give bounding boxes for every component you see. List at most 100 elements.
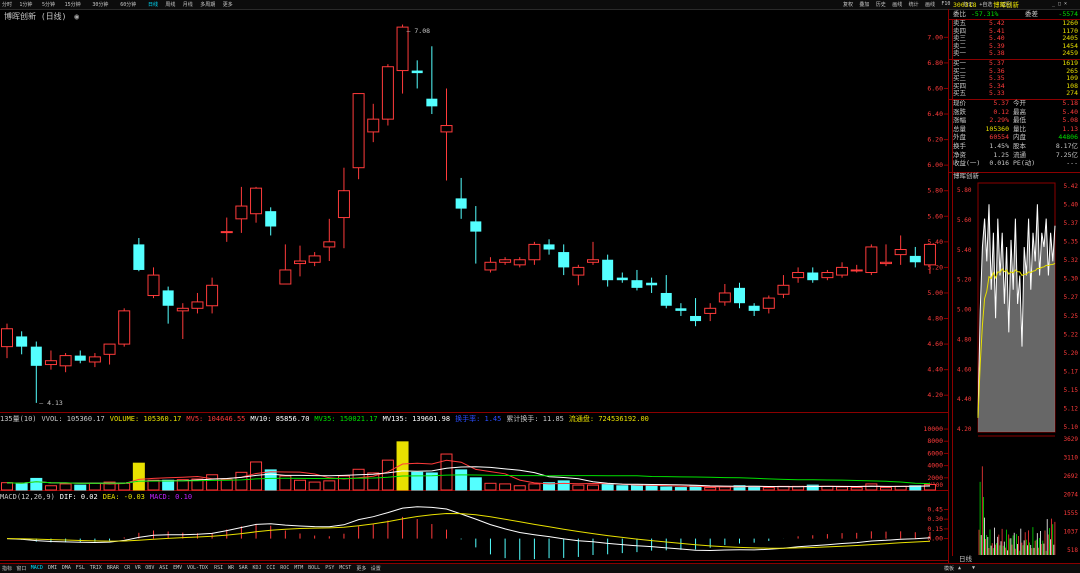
candle-body bbox=[455, 198, 467, 209]
quote-volume: 274 bbox=[1066, 89, 1078, 98]
template-button-1[interactable]: ▲ bbox=[958, 565, 961, 571]
candle-body bbox=[923, 243, 936, 266]
ask-row-1[interactable]: 卖四 5.41 1170 bbox=[949, 27, 1080, 36]
intraday-right-tick: 5.25 bbox=[1064, 313, 1079, 320]
ask-row-2[interactable]: 卖三 5.40 2405 bbox=[949, 35, 1080, 43]
ask-row-3[interactable]: 卖二 5.39 1454 bbox=[949, 42, 1080, 51]
template-button-2[interactable]: ▼ bbox=[972, 565, 975, 571]
indicator-tab-8[interactable]: CR bbox=[124, 565, 130, 571]
volume-bar bbox=[762, 487, 775, 491]
indicator-tab-14[interactable]: RSI bbox=[214, 565, 223, 571]
indicator-tab-1[interactable]: 窗口 bbox=[16, 565, 26, 572]
intraday-right-tick: 5.22 bbox=[1064, 331, 1079, 338]
ask-row-4[interactable]: 卖一 5.38 2459 bbox=[949, 50, 1080, 58]
candle-body bbox=[762, 297, 775, 309]
y-tick-label: 10000 bbox=[923, 425, 943, 433]
y-tick-label: 6000 bbox=[927, 449, 943, 457]
volume-bar bbox=[308, 481, 321, 491]
candle-body bbox=[426, 98, 438, 107]
indicator-tab-23[interactable]: MCST bbox=[339, 565, 351, 571]
low-label: — 4.13 bbox=[39, 399, 63, 407]
macd-dif-line bbox=[6, 506, 931, 552]
indicator-tab-13[interactable]: VOL-TDX bbox=[187, 565, 208, 571]
bid-row-1[interactable]: 买二 5.36 265 bbox=[949, 67, 1080, 76]
volume-ma10-line bbox=[6, 466, 931, 488]
candle-body bbox=[74, 355, 86, 361]
indicator-tab-18[interactable]: CCI bbox=[266, 565, 275, 571]
indicator-tab-10[interactable]: OBV bbox=[145, 565, 154, 571]
indicator-tab-16[interactable]: SAR bbox=[239, 565, 248, 571]
bid-row-4[interactable]: 买五 5.33 274 bbox=[949, 90, 1080, 98]
indicator-tab-3[interactable]: DMI bbox=[48, 565, 57, 571]
indicator-tab-6[interactable]: TRIX bbox=[90, 565, 102, 571]
intraday-left-tick: 5.20 bbox=[957, 277, 972, 284]
y-tick-label: 6.20 bbox=[927, 136, 943, 144]
indicator-tab-19[interactable]: ROC bbox=[280, 565, 289, 571]
stat-label: PE(动) bbox=[1013, 159, 1036, 168]
legend-item-7: 累计换手: 11.85 bbox=[506, 415, 564, 423]
indicator-tab-0[interactable]: 指标 bbox=[2, 565, 12, 572]
candle-body bbox=[88, 356, 101, 363]
stat-value: 5.08 bbox=[1062, 116, 1078, 125]
stat-value: 2.29% bbox=[989, 116, 1009, 125]
volume-bar bbox=[220, 479, 233, 491]
indicator-tab-24[interactable]: 更多 bbox=[356, 565, 366, 572]
intraday-vol-tick: 518 bbox=[1067, 547, 1078, 554]
indicator-tab-21[interactable]: BOLL bbox=[308, 565, 320, 571]
intraday-left-tick: 4.20 bbox=[957, 426, 972, 433]
stat-label: 内盘 bbox=[1013, 133, 1026, 142]
candle-body bbox=[1, 328, 13, 348]
candle-body bbox=[279, 269, 292, 285]
indicator-tab-2[interactable]: MACD bbox=[31, 565, 43, 571]
indicator-name[interactable]: MACD(12,26,9) bbox=[0, 493, 55, 501]
indicator-tab-9[interactable]: VR bbox=[135, 565, 141, 571]
stat-value: 5.18 bbox=[1062, 99, 1078, 107]
indicator-name[interactable]: 135量(10) bbox=[0, 415, 37, 423]
candle-body bbox=[734, 287, 745, 304]
weicha-value: -5574 bbox=[1058, 10, 1078, 18]
intraday-right-tick: 5.37 bbox=[1064, 220, 1079, 227]
candle-body bbox=[206, 284, 219, 307]
candle-body bbox=[59, 355, 72, 367]
chart-canvas[interactable]: 7.00 6.80 6.60 6.40 6.20 6.00 5.80 5.60 5.40 5.20… bbox=[0, 0, 1080, 572]
candle-body bbox=[807, 272, 819, 281]
volume-bar bbox=[850, 487, 863, 491]
y-tick-label: 5.00 bbox=[927, 289, 943, 297]
legend-item-3: MV10: 85856.70 bbox=[250, 415, 310, 423]
candle-body bbox=[646, 282, 658, 286]
indicator-tab-11[interactable]: ASI bbox=[159, 565, 168, 571]
weibi-value: -57.31% bbox=[971, 10, 999, 18]
indicator-tab-12[interactable]: EMV bbox=[173, 565, 182, 571]
volume-bar bbox=[206, 474, 219, 491]
candle-body bbox=[909, 255, 921, 263]
candle-body bbox=[484, 261, 497, 271]
indicator-tab-5[interactable]: FSL bbox=[76, 565, 85, 571]
indicator-tab-4[interactable]: DMA bbox=[62, 565, 71, 571]
candle-body bbox=[250, 187, 263, 215]
ask-row-0[interactable]: 卖五 5.42 1260 bbox=[949, 19, 1080, 28]
intraday-left-tick: 4.80 bbox=[957, 336, 972, 343]
candle-body bbox=[704, 307, 717, 314]
indicator-tab-25[interactable]: 设置 bbox=[371, 565, 381, 572]
candle-body bbox=[118, 310, 131, 345]
stat-label: 净资 bbox=[953, 150, 966, 159]
bid-row-2[interactable]: 买三 5.35 109 bbox=[949, 75, 1080, 83]
indicator-tab-15[interactable]: WR bbox=[228, 565, 234, 571]
volume-bar bbox=[162, 479, 175, 491]
indicator-tab-7[interactable]: BRAR bbox=[107, 565, 119, 571]
legend-item-2: MV5: 104646.55 bbox=[186, 415, 246, 423]
indicator-tab-17[interactable]: KDJ bbox=[253, 565, 262, 571]
bid-row-3[interactable]: 买四 5.34 108 bbox=[949, 82, 1080, 91]
bid-row-0[interactable]: 买一 5.37 1619 bbox=[949, 59, 1080, 68]
stat-row-1: 涨跌 0.12 最高 5.40 bbox=[949, 108, 1080, 117]
template-button-0[interactable]: 模板 bbox=[944, 565, 954, 572]
stat-value: 44806 bbox=[1058, 133, 1078, 142]
candle-body bbox=[147, 274, 160, 297]
indicator-tab-20[interactable]: MTM bbox=[294, 565, 303, 571]
intraday-left-tick: 4.60 bbox=[957, 366, 972, 373]
candle-body bbox=[543, 244, 555, 250]
indicator-tab-22[interactable]: PSY bbox=[325, 565, 334, 571]
intraday-left-tick: 5.60 bbox=[957, 217, 972, 224]
stat-value: 8.17亿 bbox=[1055, 142, 1078, 150]
stat-label: 涨幅 bbox=[953, 116, 966, 125]
